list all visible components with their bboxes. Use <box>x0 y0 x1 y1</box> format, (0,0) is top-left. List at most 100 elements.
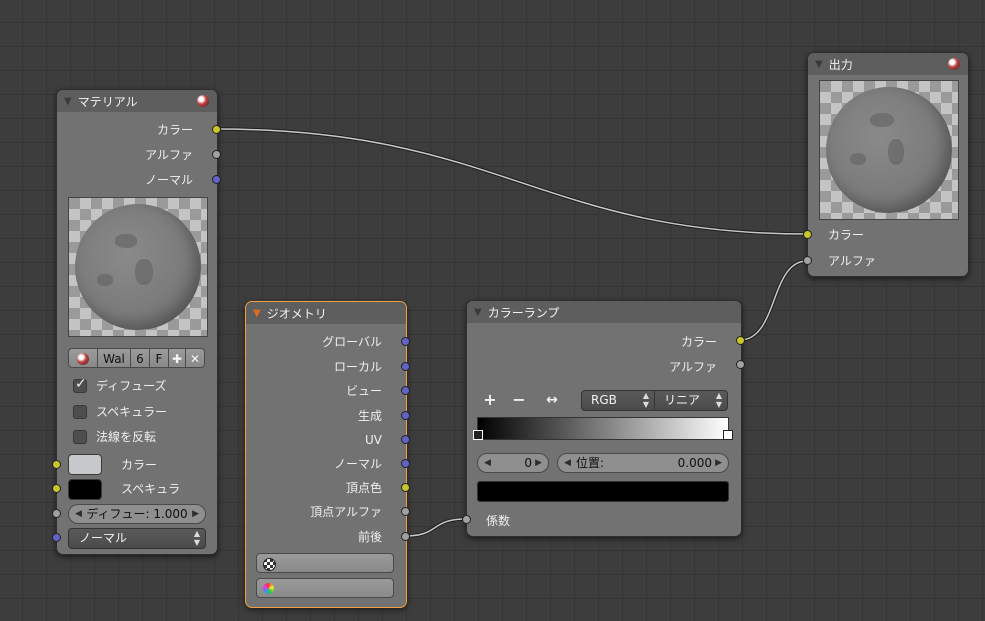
material-node-header[interactable]: ▼ マテリアル <box>57 90 217 112</box>
geometry-node-header[interactable]: ▼ ジオメトリ <box>246 302 406 324</box>
specular-checkbox[interactable] <box>73 405 87 419</box>
updown-arrows-icon: ▲ ▼ <box>715 391 722 409</box>
checkmark-icon: ✓ <box>75 376 87 392</box>
color-input-label: カラー <box>121 458 158 472</box>
output-vertex-alpha-label: 頂点アルファ <box>310 505 382 519</box>
geometry-uv-socket[interactable] <box>401 435 410 444</box>
geometry-vertex-color-socket[interactable] <box>401 483 410 492</box>
diffuse-checkbox[interactable]: ✓ <box>73 376 87 393</box>
normal-select[interactable]: ノーマル ▲ ▼ <box>68 528 206 549</box>
normal-select-value: ノーマル <box>79 531 128 545</box>
material-input-specular-socket[interactable] <box>52 484 61 493</box>
decrement-arrow-icon[interactable]: ◀ <box>484 454 491 472</box>
output-local-label: ローカル <box>333 360 382 374</box>
preview-sphere <box>826 87 952 213</box>
specular-input-label: スペキュラ <box>121 482 181 496</box>
uv-map-icon <box>263 558 276 571</box>
colorramp-node[interactable]: ▼ カラーランプ カラー アルファ + − ↔ RGB ▲ ▼ リニア ▲ ▼ ◀ … <box>466 300 742 537</box>
geometry-view-socket[interactable] <box>401 386 410 395</box>
output-global-label: グローバル <box>322 335 382 349</box>
geometry-node[interactable]: ▼ ジオメトリ グローバル ローカル ビュー 生成 UV ノーマル 頂点色 頂点… <box>245 301 407 608</box>
decrement-arrow-icon[interactable]: ◀ <box>564 454 571 472</box>
output-preview <box>819 80 959 220</box>
stop-index-value: 0 <box>524 456 532 470</box>
vertex-color-field[interactable] <box>256 578 394 598</box>
color-ramp-gradient[interactable] <box>473 417 733 440</box>
ramp-stop-right[interactable] <box>723 430 733 440</box>
position-value: 0.000 <box>677 456 712 470</box>
material-input-color-socket[interactable] <box>52 460 61 469</box>
material-output-color-socket[interactable] <box>212 125 221 134</box>
collapse-triangle-icon[interactable]: ▼ <box>64 96 72 107</box>
colorramp-output-color-socket[interactable] <box>736 336 745 345</box>
color-mode-select[interactable]: RGB ▲ ▼ <box>581 390 655 411</box>
new-material-button[interactable]: ✚ <box>168 348 186 368</box>
material-sphere-icon <box>197 95 209 107</box>
output-uv-label: UV <box>365 433 382 447</box>
output-front-back-label: 前後 <box>357 530 382 544</box>
material-name-field[interactable]: Wal <box>97 348 131 368</box>
geometry-local-socket[interactable] <box>401 362 410 371</box>
material-output-normal-socket[interactable] <box>212 175 221 184</box>
output-input-alpha-socket[interactable] <box>803 256 812 265</box>
output-normal-label: ノーマル <box>144 173 193 187</box>
node-title: ジオメトリ <box>266 306 327 321</box>
colorramp-output-alpha-socket[interactable] <box>736 360 745 369</box>
material-input-normal-socket[interactable] <box>52 533 61 542</box>
increment-arrow-icon[interactable]: ▶ <box>715 454 722 472</box>
diffuse-label: ディフューズ <box>96 379 167 393</box>
colorramp-node-header[interactable]: ▼ カラーランプ <box>467 301 741 323</box>
active-stop-color[interactable] <box>477 481 729 502</box>
material-output-alpha-socket[interactable] <box>212 150 221 159</box>
geometry-front-back-socket[interactable] <box>401 532 410 541</box>
collapse-triangle-icon[interactable]: ▼ <box>474 307 482 318</box>
output-input-color-socket[interactable] <box>803 230 812 239</box>
diffuse-intensity-field[interactable]: ◀ ディフュー: 1.000 ▶ <box>68 504 206 524</box>
output-alpha-label: アルファ <box>145 148 193 162</box>
material-browse-button[interactable] <box>68 348 98 368</box>
collapse-triangle-icon[interactable]: ▼ <box>815 59 823 70</box>
output-view-label: ビュー <box>345 384 382 398</box>
link-material-color-to-output-color <box>215 127 808 236</box>
material-sphere-icon <box>77 353 89 365</box>
increment-arrow-icon[interactable]: ▶ <box>192 505 199 523</box>
unlink-material-button[interactable]: ✕ <box>185 348 205 368</box>
diffuse-intensity-value: ディフュー: 1.000 <box>86 507 188 521</box>
invert-normal-label: 法線を反転 <box>96 430 157 444</box>
geometry-global-socket[interactable] <box>401 337 410 346</box>
flip-ramp-button[interactable]: ↔ <box>541 390 563 410</box>
stop-index-field[interactable]: ◀ 0 ▶ <box>477 453 549 473</box>
increment-arrow-icon[interactable]: ▶ <box>535 454 542 472</box>
color-mode-value: RGB <box>591 393 617 407</box>
invert-normal-checkbox[interactable] <box>73 430 87 444</box>
material-preview <box>68 197 208 337</box>
stop-position-field[interactable]: ◀ 位置: 0.000 ▶ <box>557 453 729 473</box>
geometry-vertex-alpha-socket[interactable] <box>401 507 410 516</box>
ramp-stop-left[interactable] <box>473 430 483 440</box>
collapse-triangle-icon[interactable]: ▼ <box>253 308 261 319</box>
output-node-header[interactable]: ▼ 出力 <box>808 53 968 75</box>
uv-map-field[interactable] <box>256 553 394 573</box>
output-generated-label: 生成 <box>357 409 382 423</box>
node-title: カラーランプ <box>487 305 560 320</box>
output-node[interactable]: ▼ 出力 カラー アルファ <box>807 52 969 277</box>
add-stop-button[interactable]: + <box>479 390 501 410</box>
remove-stop-button[interactable]: − <box>508 390 530 410</box>
updown-arrows-icon: ▲ ▼ <box>642 391 649 409</box>
color-swatch[interactable] <box>68 454 102 475</box>
material-users-count[interactable]: 6 <box>130 348 150 368</box>
material-node[interactable]: ▼ マテリアル カラー アルファ ノーマル Wal 6 F ✚ ✕ ✓ ディフュ… <box>56 89 218 555</box>
link-ramp-color-to-output-alpha <box>739 259 808 342</box>
specular-swatch[interactable] <box>68 479 102 500</box>
fake-user-button[interactable]: F <box>149 348 169 368</box>
material-input-diffuse-socket[interactable] <box>52 509 61 518</box>
output-normal-label: ノーマル <box>333 457 382 471</box>
geometry-generated-socket[interactable] <box>401 411 410 420</box>
output-vertex-color-label: 頂点色 <box>345 481 382 495</box>
output-alpha-label: アルファ <box>669 360 717 374</box>
interpolation-select[interactable]: リニア ▲ ▼ <box>654 390 728 411</box>
geometry-normal-socket[interactable] <box>401 459 410 468</box>
position-label: 位置: <box>576 456 605 470</box>
colorramp-input-fac-socket[interactable] <box>462 515 471 524</box>
interpolation-value: リニア <box>664 393 701 407</box>
